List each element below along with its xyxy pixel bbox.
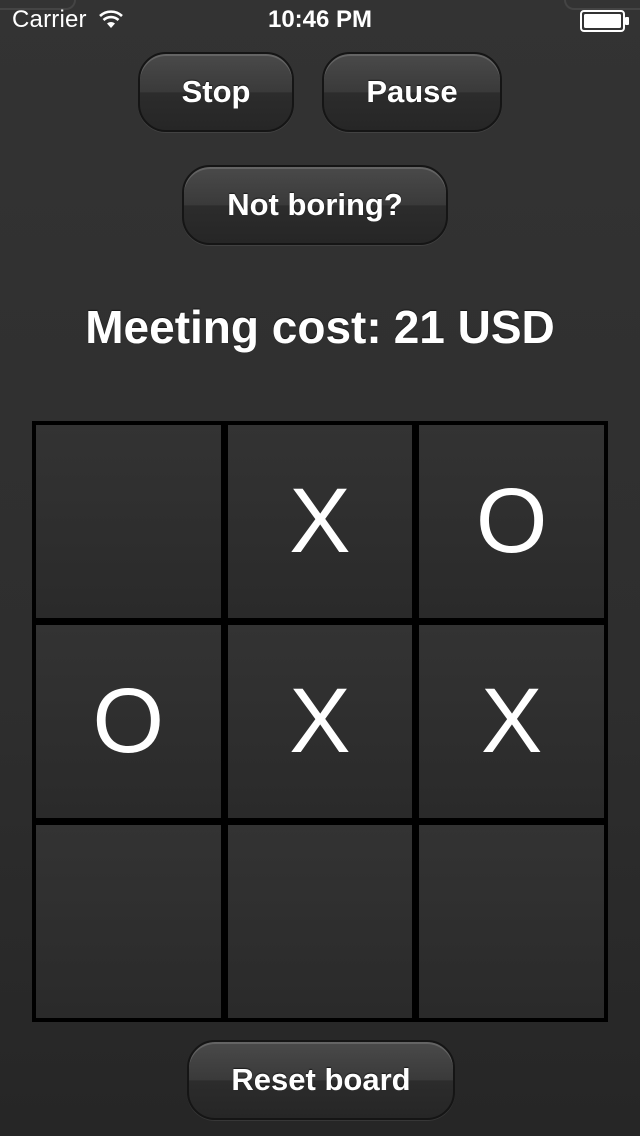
tic-tac-toe-board: X O O X X <box>32 421 608 1022</box>
board-cell-5[interactable]: X <box>227 625 413 818</box>
status-bar: Carrier 10:46 PM <box>0 0 640 40</box>
meeting-cost-label: Meeting cost: <box>85 301 382 353</box>
meeting-cost: Meeting cost: 21 USD <box>0 300 640 354</box>
status-time: 10:46 PM <box>267 6 373 33</box>
board-cell-3[interactable]: O <box>419 425 604 618</box>
board-cell-4[interactable]: O <box>36 625 221 818</box>
board-cell-7[interactable] <box>36 825 221 1018</box>
board-cell-2[interactable]: X <box>227 425 413 618</box>
not-boring-button[interactable]: Not boring? <box>182 165 448 245</box>
board-cell-6[interactable]: X <box>419 625 604 818</box>
battery-icon <box>580 10 629 32</box>
board-cell-8[interactable] <box>227 825 413 1018</box>
reset-board-button[interactable]: Reset board <box>187 1040 455 1120</box>
board-cell-1[interactable] <box>36 425 221 618</box>
pause-button[interactable]: Pause <box>322 52 502 132</box>
board-cell-9[interactable] <box>419 825 604 1018</box>
meeting-cost-amount: 21 USD <box>393 301 555 353</box>
stop-button[interactable]: Stop <box>138 52 294 132</box>
